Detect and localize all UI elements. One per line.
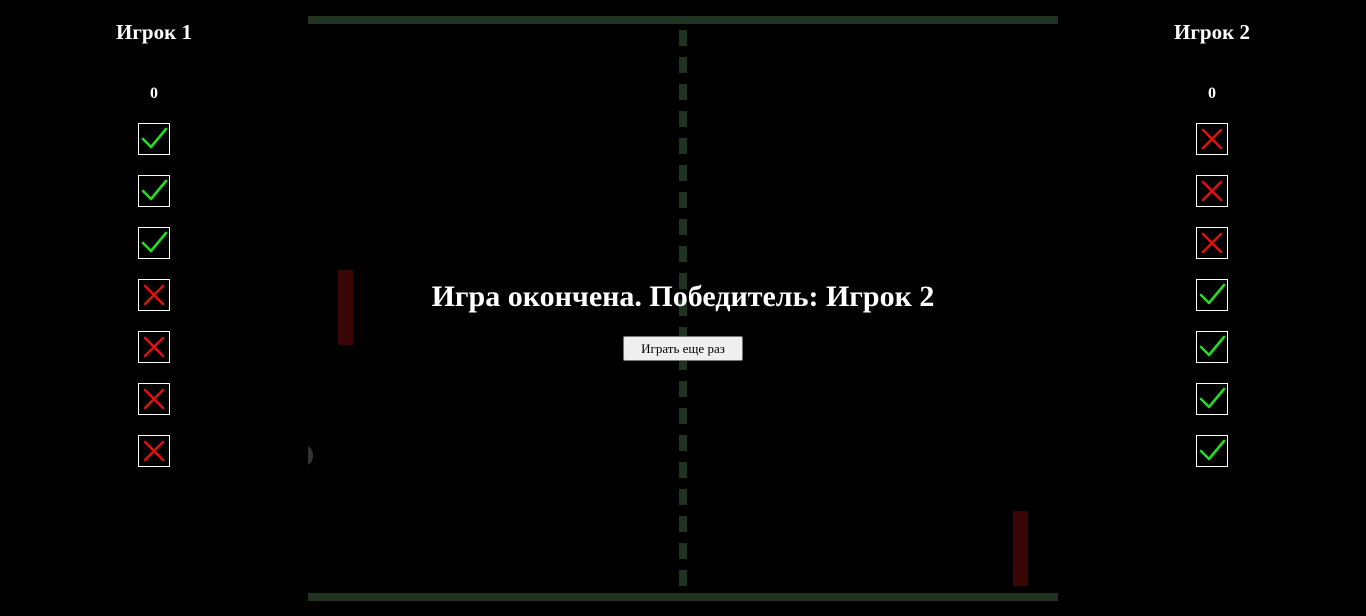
round-result: [138, 383, 170, 415]
round-result: [138, 279, 170, 311]
check-icon: [1199, 387, 1226, 409]
cross-icon: [143, 440, 165, 462]
round-result: [1196, 383, 1228, 415]
round-result: [1196, 435, 1228, 467]
round-result: [1196, 123, 1228, 155]
cross-icon: [143, 388, 165, 410]
cross-icon: [1201, 180, 1223, 202]
cross-icon: [143, 336, 165, 358]
player1-panel: Игрок 1 0: [54, 0, 254, 616]
player2-panel: Игрок 2 0: [1112, 0, 1312, 616]
round-result: [1196, 227, 1228, 259]
player1-name: Игрок 1: [116, 20, 192, 44]
player2-name: Игрок 2: [1174, 20, 1250, 44]
round-result: [1196, 175, 1228, 207]
play-again-button[interactable]: Играть еще раз: [623, 336, 743, 361]
ball: [308, 446, 313, 465]
round-result: [138, 435, 170, 467]
round-result: [138, 331, 170, 363]
player2-rounds: [1196, 123, 1228, 487]
cross-icon: [1201, 232, 1223, 254]
cross-icon: [1201, 128, 1223, 150]
round-result: [138, 227, 170, 259]
player1-score: 0: [150, 85, 158, 102]
check-icon: [141, 179, 168, 201]
check-icon: [1199, 439, 1226, 461]
game-page: Игрок 1 0 Игра окончена. Победитель: Игр…: [0, 0, 1366, 616]
check-icon: [1199, 283, 1226, 305]
top-wall: [308, 16, 1058, 24]
round-result: [138, 123, 170, 155]
bottom-wall: [308, 593, 1058, 601]
cross-icon: [143, 284, 165, 306]
round-result: [138, 175, 170, 207]
game-over-message: Игра окончена. Победитель: Игрок 2: [431, 280, 935, 313]
check-icon: [141, 231, 168, 253]
player2-score: 0: [1208, 85, 1216, 102]
player1-rounds: [138, 123, 170, 487]
check-icon: [141, 127, 168, 149]
check-icon: [1199, 335, 1226, 357]
round-result: [1196, 331, 1228, 363]
right-paddle: [1013, 511, 1028, 586]
round-result: [1196, 279, 1228, 311]
